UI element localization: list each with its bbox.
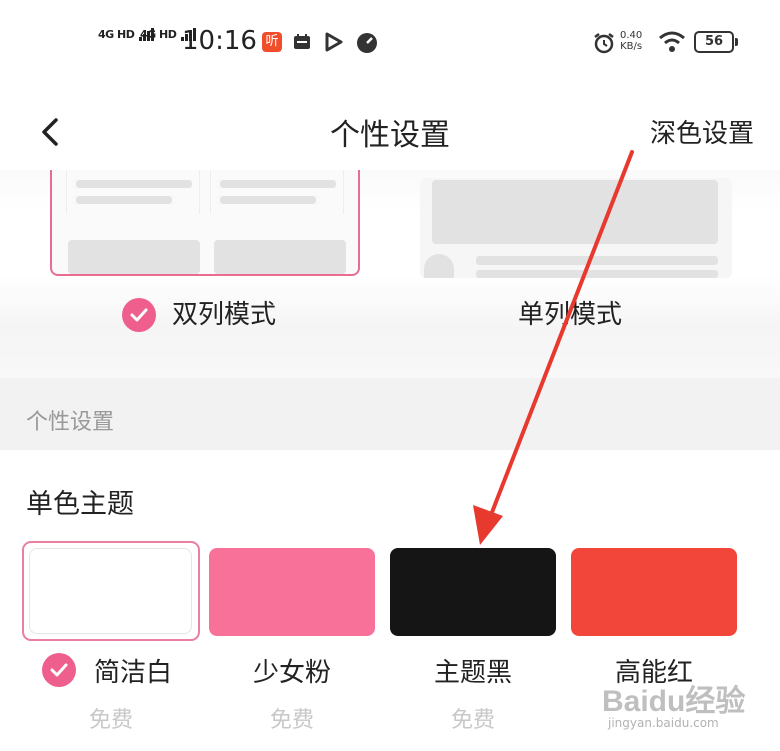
dark-mode-settings-link[interactable]: 深色设置 (650, 113, 754, 150)
calendar-icon (292, 32, 312, 52)
watermark: Baidu经验 jingyan.baidu.com (590, 676, 780, 751)
section-title: 个性设置 (26, 410, 115, 435)
net-speed-unit: KB/s (620, 41, 643, 52)
watermark-logo: Baidu经验 (602, 685, 746, 718)
wifi-icon (658, 30, 686, 54)
layout-option-single[interactable]: 单列模式 (518, 294, 622, 331)
theme-swatch-black[interactable] (390, 548, 556, 636)
watermark-url: jingyan.baidu.com (608, 716, 719, 730)
signal-label: 4G HD (140, 28, 177, 41)
signal-label: 4G HD (98, 28, 135, 41)
theme-name-black: 主题黑 (433, 658, 512, 688)
mono-theme-title: 单色主题 (26, 489, 134, 520)
theme-swatch-pink[interactable] (209, 548, 375, 636)
battery-indicator: 56 (694, 31, 738, 53)
theme-price-black: 免费 (450, 708, 495, 733)
theme-name-white: 简洁白 (94, 658, 173, 688)
net-speed-value: 0.40 (620, 30, 643, 41)
theme-swatch-red[interactable] (571, 548, 737, 636)
theme-swatch-white[interactable] (29, 548, 192, 634)
theme-name-pink: 少女粉 (252, 658, 331, 688)
speedometer-icon (356, 32, 377, 53)
clock: 10:16 (182, 26, 257, 56)
theme-price-pink: 免费 (269, 708, 314, 733)
status-bar: 4G HD 4G HD 10:16 听 0.40 KB/s 56 (0, 0, 780, 84)
listen-app-icon: 听 (262, 32, 282, 52)
play-icon (324, 32, 344, 52)
theme-price-white: 免费 (88, 708, 133, 733)
layout-option-double[interactable]: 双列模式 (172, 294, 276, 331)
checkmark-icon (42, 653, 76, 687)
checkmark-icon (122, 298, 156, 332)
section-header (0, 378, 780, 450)
double-column-preview[interactable] (50, 170, 360, 276)
alarm-icon (592, 31, 616, 55)
single-column-preview[interactable] (420, 178, 732, 278)
net-speed: 0.40 KB/s (620, 30, 642, 52)
